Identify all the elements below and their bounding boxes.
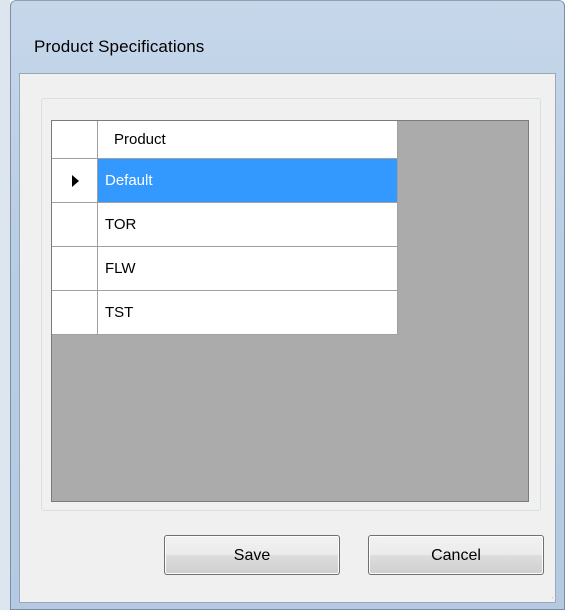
size-grip-icon[interactable]: .:.:	[546, 591, 558, 605]
window-title: Product Specifications	[34, 37, 205, 56]
grid-cell-product[interactable]: TOR	[98, 203, 398, 247]
row-header[interactable]	[52, 159, 98, 203]
product-specifications-window: Product Specifications Product Default T…	[10, 0, 565, 610]
table-row[interactable]: TOR	[52, 203, 398, 247]
desktop-background	[0, 0, 10, 610]
row-header[interactable]	[52, 247, 98, 291]
grid-cell-product[interactable]: FLW	[98, 247, 398, 291]
row-header[interactable]	[52, 203, 98, 247]
title-bar[interactable]: Product Specifications	[11, 1, 564, 73]
grid-cell-product[interactable]: TST	[98, 291, 398, 335]
save-button[interactable]: Save	[164, 535, 340, 575]
table-row[interactable]: FLW	[52, 247, 398, 291]
cancel-button[interactable]: Cancel	[368, 535, 544, 575]
product-data-grid[interactable]: Product Default TOR FLW TST	[51, 120, 529, 502]
dialog-client-area: Product Default TOR FLW TST	[19, 73, 556, 603]
table-row[interactable]: Default	[52, 159, 398, 203]
table-row[interactable]: TST	[52, 291, 398, 335]
row-header[interactable]	[52, 291, 98, 335]
current-row-arrow-icon	[72, 175, 79, 187]
grid-cell-product[interactable]: Default	[98, 159, 398, 203]
grid-corner-header[interactable]	[52, 121, 98, 159]
column-header-product[interactable]: Product	[98, 121, 398, 159]
